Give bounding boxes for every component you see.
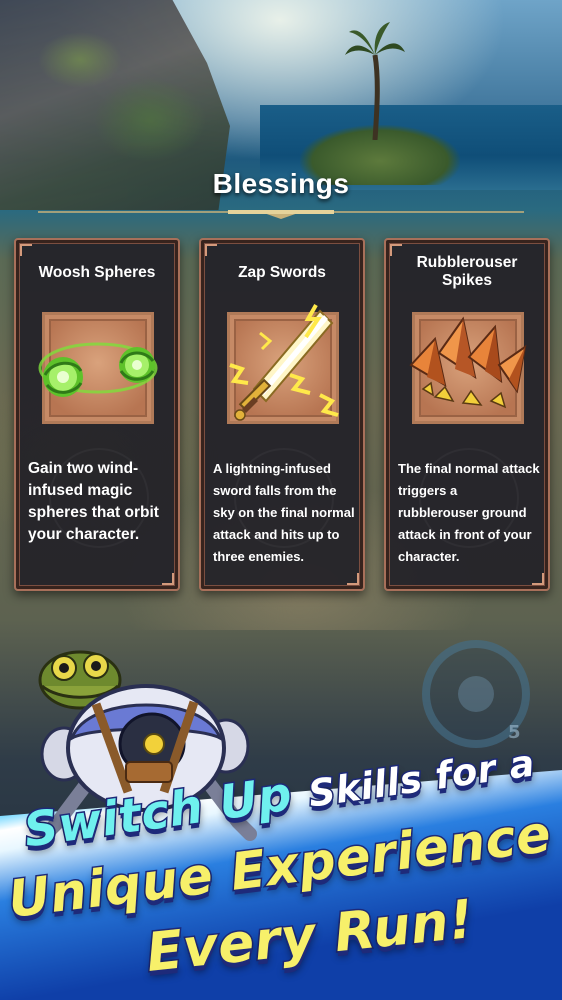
wind-sphere-icon <box>38 342 158 397</box>
card-name: Zap Swords <box>238 264 326 281</box>
card-description: Gain two wind-infused magic spheres that… <box>28 460 159 543</box>
lightning-sword-icon <box>229 304 339 421</box>
blessing-card-zap-swords[interactable]: Zap Swords A lightning-infused sword fal… <box>199 238 365 591</box>
card-art <box>38 312 158 424</box>
card-description: The final normal attack triggers a rubbl… <box>398 461 540 564</box>
card-art <box>227 304 339 424</box>
blessing-card-woosh-spheres[interactable]: Woosh Spheres Gain two wind-infused magi… <box>14 238 180 591</box>
blessings-title: Blessings <box>212 168 350 199</box>
title-divider <box>38 210 524 219</box>
card-name: Rubblerouser Spikes <box>416 254 518 289</box>
joystick-knob[interactable] <box>458 676 494 712</box>
card-description: A lightning-infused sword falls from the… <box>213 461 355 564</box>
card-name: Woosh Spheres <box>38 264 156 281</box>
palm-tree-icon <box>345 22 405 140</box>
rock-spikes-icon <box>409 316 527 409</box>
card-art <box>409 312 527 424</box>
blessing-card-rubblerouser-spikes[interactable]: Rubblerouser Spikes The final normal att… <box>384 238 550 591</box>
